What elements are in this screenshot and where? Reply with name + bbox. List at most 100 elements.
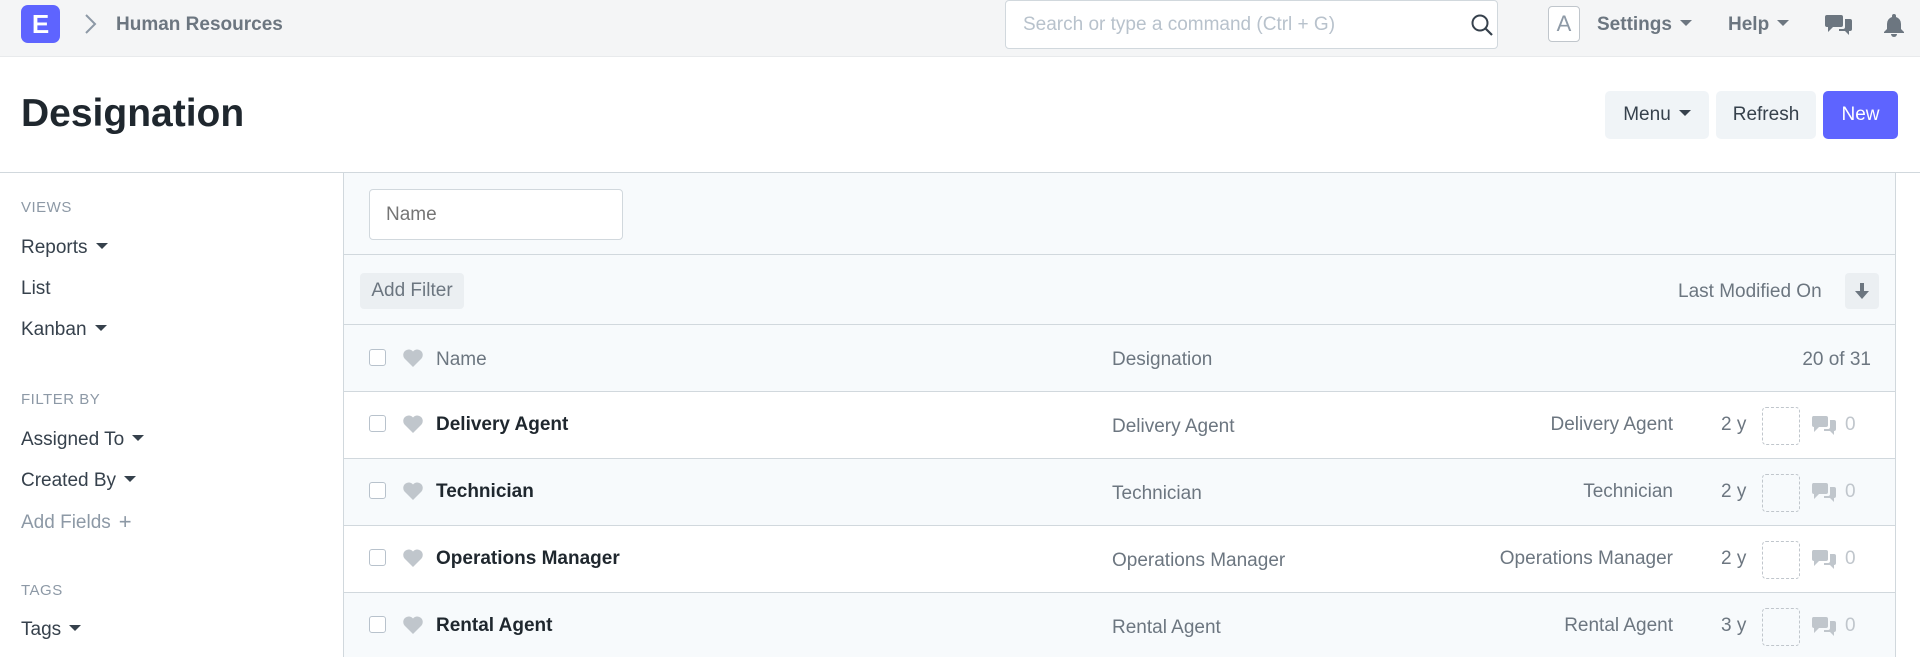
app-logo[interactable]: E: [21, 5, 60, 43]
row-modified-age: 3 y: [1721, 615, 1747, 636]
menu-button[interactable]: Menu: [1605, 91, 1709, 139]
row-designation: Rental Agent: [1112, 617, 1221, 638]
comment-icon: [1811, 416, 1836, 435]
sidebar: VIEWS Reports List Kanban FILTER BY Assi…: [0, 173, 343, 657]
plus-icon: +: [118, 509, 132, 534]
sidebar-item-label: Kanban: [21, 319, 87, 340]
row-checkbox[interactable]: [369, 616, 386, 633]
row-checkbox[interactable]: [369, 482, 386, 499]
sidebar-item-created-by[interactable]: Created By: [21, 470, 137, 492]
settings-dropdown[interactable]: Settings: [1597, 14, 1692, 36]
name-filter-input[interactable]: [369, 189, 623, 240]
heart-icon[interactable]: [402, 548, 424, 568]
heart-icon[interactable]: [402, 414, 424, 434]
row-designation: Technician: [1112, 483, 1202, 504]
filter-bar: Add Filter Last Modified On: [344, 255, 1895, 325]
row-assignee-placeholder[interactable]: [1762, 608, 1800, 646]
bell-icon[interactable]: [1880, 12, 1908, 38]
column-header-designation: Designation: [1112, 349, 1213, 370]
new-button[interactable]: New: [1823, 91, 1898, 139]
avatar[interactable]: A: [1548, 6, 1580, 42]
tags-heading: TAGS: [21, 582, 63, 599]
caret-down-icon: [95, 243, 108, 250]
add-fields-label: Add Fields: [21, 512, 111, 533]
sidebar-item-label: Reports: [21, 237, 88, 258]
sort-selector[interactable]: Last Modified On: [1678, 281, 1822, 303]
comment-icon: [1811, 550, 1836, 569]
help-dropdown[interactable]: Help: [1728, 14, 1790, 36]
sidebar-item-label: Tags: [21, 619, 62, 640]
comment-icon: [1811, 483, 1836, 502]
arrow-down-icon: [1855, 283, 1869, 299]
sort-order-button[interactable]: [1845, 273, 1879, 309]
row-assignee-placeholder[interactable]: [1762, 407, 1800, 445]
add-fields-link[interactable]: Add Fields +: [21, 509, 132, 535]
row-modified-age: 2 y: [1721, 414, 1747, 435]
row-assignee-placeholder[interactable]: [1762, 474, 1800, 512]
sidebar-item-assigned-to[interactable]: Assigned To: [21, 429, 145, 451]
comment-icon: [1811, 617, 1836, 636]
row-name-link[interactable]: Operations Manager: [436, 548, 620, 570]
sidebar-item-label: Created By: [21, 470, 117, 491]
sidebar-item-label: Assigned To: [21, 429, 125, 450]
row-designation-secondary: Technician: [1583, 481, 1673, 502]
heart-icon[interactable]: [402, 348, 424, 368]
row-designation-secondary: Operations Manager: [1499, 548, 1673, 569]
sidebar-item-tags[interactable]: Tags: [21, 619, 82, 641]
settings-label: Settings: [1597, 14, 1672, 35]
help-label: Help: [1728, 14, 1770, 35]
menu-label: Menu: [1623, 104, 1671, 125]
page-title: Designation: [21, 92, 245, 135]
caret-down-icon: [1678, 110, 1691, 117]
column-header-name: Name: [436, 349, 487, 370]
page-head: Designation Menu Refresh New: [0, 57, 1920, 173]
standard-filter-area: [344, 173, 1895, 255]
row-name-link[interactable]: Rental Agent: [436, 615, 552, 637]
heart-icon[interactable]: [402, 615, 424, 635]
caret-down-icon: [124, 476, 137, 483]
row-modified-age: 2 y: [1721, 481, 1747, 502]
row-assignee-placeholder[interactable]: [1762, 541, 1800, 579]
chat-icon[interactable]: [1825, 12, 1853, 38]
caret-down-icon: [1679, 20, 1692, 27]
filter-by-heading: FILTER BY: [21, 391, 101, 408]
row-name-link[interactable]: Delivery Agent: [436, 414, 568, 436]
sidebar-item-list[interactable]: List: [21, 278, 51, 300]
row-designation-secondary: Delivery Agent: [1550, 414, 1673, 435]
row-checkbox[interactable]: [369, 549, 386, 566]
list-row[interactable]: Delivery Agent Delivery Agent Delivery A…: [344, 392, 1895, 459]
row-comment-count: 0: [1845, 548, 1856, 569]
row-designation-secondary: Rental Agent: [1564, 615, 1673, 636]
list-row[interactable]: Rental Agent Rental Agent Rental Agent 3…: [344, 593, 1895, 657]
record-count: 20 of 31: [1802, 349, 1871, 370]
search-bar[interactable]: Search or type a command (Ctrl + G): [1005, 0, 1498, 49]
caret-down-icon: [1777, 20, 1790, 27]
chevron-right-icon: [85, 14, 97, 34]
row-modified-age: 2 y: [1721, 548, 1747, 569]
list-row[interactable]: Operations Manager Operations Manager Op…: [344, 526, 1895, 593]
sidebar-item-kanban[interactable]: Kanban: [21, 319, 107, 341]
row-designation: Operations Manager: [1112, 550, 1286, 571]
search-icon[interactable]: [1470, 13, 1494, 37]
list-row[interactable]: Technician Technician Technician 2 y 0: [344, 459, 1895, 526]
search-placeholder: Search or type a command (Ctrl + G): [1023, 14, 1336, 35]
caret-down-icon: [94, 325, 107, 332]
navbar: E Human Resources Search or type a comma…: [0, 0, 1920, 57]
row-comment-count: 0: [1845, 615, 1856, 636]
breadcrumb-human-resources[interactable]: Human Resources: [116, 14, 283, 36]
row-designation: Delivery Agent: [1112, 416, 1235, 437]
refresh-button[interactable]: Refresh: [1716, 91, 1816, 139]
views-heading: VIEWS: [21, 199, 72, 216]
add-filter-button[interactable]: Add Filter: [360, 273, 464, 309]
sidebar-item-reports[interactable]: Reports: [21, 237, 108, 259]
row-comment-count: 0: [1845, 481, 1856, 502]
row-name-link[interactable]: Technician: [436, 481, 534, 503]
heart-icon[interactable]: [402, 481, 424, 501]
row-checkbox[interactable]: [369, 415, 386, 432]
caret-down-icon: [132, 435, 145, 442]
list-header-row: Name Designation 20 of 31: [344, 325, 1895, 392]
select-all-checkbox[interactable]: [369, 349, 386, 366]
list-panel: Add Filter Last Modified On Name Designa…: [343, 173, 1896, 657]
caret-down-icon: [69, 625, 82, 632]
row-comment-count: 0: [1845, 414, 1856, 435]
